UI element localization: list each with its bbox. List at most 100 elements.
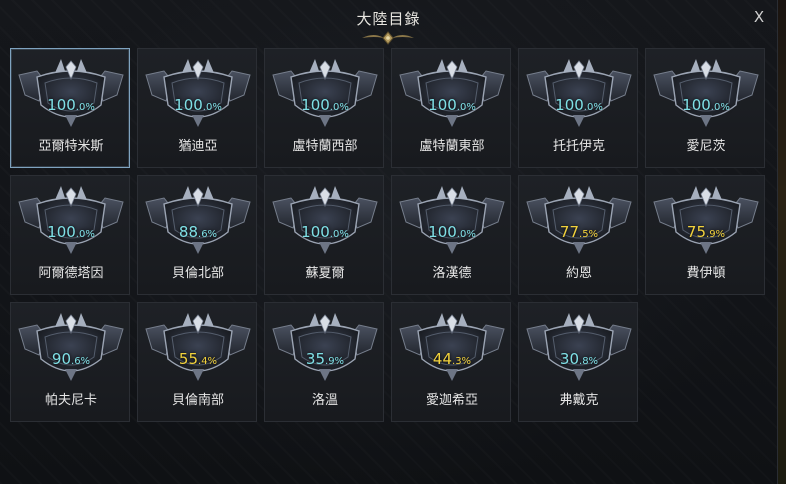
percent-integer: 100 xyxy=(555,96,584,114)
region-name: 托托伊克 xyxy=(552,139,605,154)
percent-integer: 100 xyxy=(682,96,711,114)
percent-decimal: .0% xyxy=(583,102,603,113)
percent-decimal: .0% xyxy=(456,102,476,113)
region-card[interactable]: 35.9% 洛溫 xyxy=(264,302,384,422)
completion-percent: 100.0% xyxy=(11,96,131,114)
percent-decimal: .0% xyxy=(75,102,95,113)
percent-decimal: .4% xyxy=(198,356,218,367)
region-name: 費伊頓 xyxy=(686,266,726,281)
region-card[interactable]: 100.0% 亞爾特米斯 xyxy=(10,48,130,168)
percent-integer: 100 xyxy=(301,96,330,114)
region-crest-icon xyxy=(18,59,124,127)
percent-integer: 100 xyxy=(428,223,457,241)
window-title: 大陸目錄 xyxy=(356,10,421,28)
percent-decimal: .3% xyxy=(452,356,472,367)
percent-integer: 35 xyxy=(305,350,326,368)
percent-integer: 30 xyxy=(559,350,580,368)
region-name: 阿爾德塔因 xyxy=(38,266,104,281)
region-name: 盧特蘭西部 xyxy=(292,139,358,154)
region-crest-icon xyxy=(526,313,632,381)
percent-decimal: .0% xyxy=(75,229,95,240)
completion-percent: 90.6% xyxy=(11,350,131,368)
region-name: 洛溫 xyxy=(311,393,338,408)
region-card[interactable]: 44.3% 愛迦希亞 xyxy=(391,302,511,422)
region-name: 愛迦希亞 xyxy=(425,393,478,408)
region-card[interactable]: 100.0% 猶迪亞 xyxy=(137,48,257,168)
percent-decimal: .0% xyxy=(202,102,222,113)
completion-percent: 100.0% xyxy=(519,96,639,114)
region-crest-icon xyxy=(526,59,632,127)
region-card[interactable]: 90.6% 帕夫尼卡 xyxy=(10,302,130,422)
percent-integer: 100 xyxy=(174,96,203,114)
completion-percent: 100.0% xyxy=(265,223,385,241)
completion-percent: 100.0% xyxy=(392,223,512,241)
completion-percent: 77.5% xyxy=(519,223,639,241)
region-name: 盧特蘭東部 xyxy=(419,139,485,154)
percent-integer: 75 xyxy=(686,223,707,241)
completion-percent: 88.6% xyxy=(138,223,258,241)
region-crest-icon xyxy=(653,186,759,254)
completion-percent: 44.3% xyxy=(392,350,512,368)
region-crest-icon xyxy=(272,313,378,381)
region-crest-icon xyxy=(399,313,505,381)
percent-integer: 77 xyxy=(559,223,580,241)
percent-decimal: .9% xyxy=(325,356,345,367)
percent-integer: 100 xyxy=(47,96,76,114)
region-crest-icon xyxy=(399,59,505,127)
percent-integer: 88 xyxy=(178,223,199,241)
completion-percent: 100.0% xyxy=(392,96,512,114)
region-card[interactable]: 100.0% 洛漢德 xyxy=(391,175,511,295)
region-name: 亞爾特米斯 xyxy=(38,139,104,154)
percent-integer: 55 xyxy=(178,350,199,368)
region-name: 猶迪亞 xyxy=(178,139,218,154)
region-card[interactable]: 100.0% 盧特蘭東部 xyxy=(391,48,511,168)
percent-integer: 100 xyxy=(428,96,457,114)
completion-percent: 100.0% xyxy=(265,96,385,114)
region-name: 弗戴克 xyxy=(559,393,599,408)
region-name: 貝倫南部 xyxy=(171,393,224,408)
region-card[interactable]: 88.6% 貝倫北部 xyxy=(137,175,257,295)
region-crest-icon xyxy=(272,59,378,127)
region-card[interactable]: 100.0% 愛尼茨 xyxy=(645,48,765,168)
region-card[interactable]: 100.0% 盧特蘭西部 xyxy=(264,48,384,168)
region-crest-icon xyxy=(272,186,378,254)
close-button[interactable]: X xyxy=(750,8,768,26)
region-card[interactable]: 100.0% 阿爾德塔因 xyxy=(10,175,130,295)
region-name: 帕夫尼卡 xyxy=(44,393,97,408)
completion-percent: 75.9% xyxy=(646,223,766,241)
percent-decimal: .6% xyxy=(71,356,91,367)
region-crest-icon xyxy=(526,186,632,254)
region-name: 約恩 xyxy=(565,266,592,281)
region-crest-icon xyxy=(399,186,505,254)
region-crest-icon xyxy=(145,186,251,254)
region-name: 蘇夏爾 xyxy=(305,266,345,281)
region-grid: 100.0% 亞爾特米斯 100.0% 猶迪亞 100.0% 盧特蘭西部 100… xyxy=(10,48,765,422)
region-crest-icon xyxy=(145,313,251,381)
percent-decimal: .0% xyxy=(329,229,349,240)
percent-decimal: .9% xyxy=(706,229,726,240)
completion-percent: 100.0% xyxy=(646,96,766,114)
title-ornament-icon xyxy=(362,31,414,45)
region-card[interactable]: 100.0% 托托伊克 xyxy=(518,48,638,168)
region-name: 洛漢德 xyxy=(432,266,472,281)
completion-percent: 55.4% xyxy=(138,350,258,368)
region-card[interactable]: 55.4% 貝倫南部 xyxy=(137,302,257,422)
completion-percent: 30.8% xyxy=(519,350,639,368)
region-card[interactable]: 77.5% 約恩 xyxy=(518,175,638,295)
region-crest-icon xyxy=(653,59,759,127)
percent-decimal: .5% xyxy=(579,229,599,240)
percent-decimal: .6% xyxy=(198,229,218,240)
percent-integer: 90 xyxy=(51,350,72,368)
completion-percent: 100.0% xyxy=(138,96,258,114)
continent-catalog-window: 大陸目錄 X 100.0% 亞爾特米斯 100.0% 猶迪亞 100.0% 盧特… xyxy=(0,0,778,484)
completion-percent: 35.9% xyxy=(265,350,385,368)
percent-decimal: .0% xyxy=(456,229,476,240)
region-card[interactable]: 30.8% 弗戴克 xyxy=(518,302,638,422)
region-name: 愛尼茨 xyxy=(686,139,726,154)
region-crest-icon xyxy=(18,313,124,381)
region-card[interactable]: 75.9% 費伊頓 xyxy=(645,175,765,295)
region-crest-icon xyxy=(18,186,124,254)
region-card[interactable]: 100.0% 蘇夏爾 xyxy=(264,175,384,295)
percent-decimal: .0% xyxy=(710,102,730,113)
percent-integer: 100 xyxy=(301,223,330,241)
